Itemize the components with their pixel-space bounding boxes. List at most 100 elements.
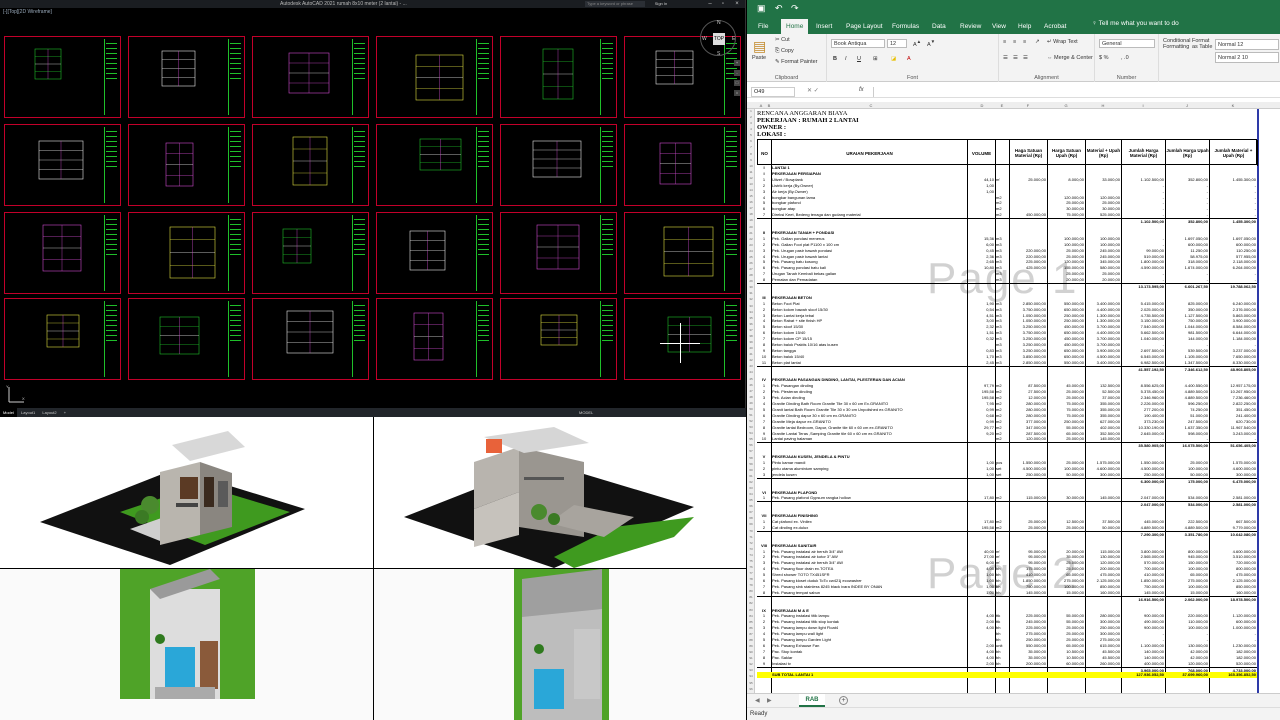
row-header[interactable]: 53: [747, 425, 755, 429]
cad-sheet[interactable]: [500, 124, 617, 206]
bold-button[interactable]: B: [833, 56, 837, 62]
cad-sheet[interactable]: [252, 212, 369, 294]
new-sheet-icon[interactable]: +: [839, 696, 848, 705]
row-header[interactable]: 94: [747, 674, 755, 678]
row-header[interactable]: 14: [747, 188, 755, 192]
italic-button[interactable]: I: [845, 56, 847, 62]
scroll-right-icon[interactable]: ▶: [767, 697, 772, 704]
row-header[interactable]: 72: [747, 541, 755, 545]
column-header[interactable]: C: [773, 102, 969, 109]
cut-button[interactable]: ✂ Cut: [775, 37, 790, 43]
viewcube-south[interactable]: S: [717, 51, 720, 57]
tab-data[interactable]: Data: [927, 19, 951, 34]
cad-sign-in[interactable]: Sign In: [650, 0, 672, 8]
fill-color-icon[interactable]: ◪: [891, 56, 896, 62]
paste-button[interactable]: Paste: [752, 55, 766, 61]
row-header[interactable]: 16: [747, 200, 755, 204]
wrap-text-button[interactable]: ↵ Wrap Text: [1047, 39, 1078, 45]
cad-sheet[interactable]: [252, 36, 369, 118]
tell-me-search[interactable]: ♀ Tell me what you want to do: [1092, 20, 1179, 27]
column-header[interactable]: G: [1047, 102, 1085, 109]
cad-sheet[interactable]: [500, 212, 617, 294]
row-header[interactable]: 28: [747, 273, 755, 277]
fx-icon[interactable]: fx: [859, 87, 864, 93]
row-header[interactable]: 62: [747, 480, 755, 484]
row-header[interactable]: 57: [747, 449, 755, 453]
tab-page-layout[interactable]: Page Layout: [841, 19, 888, 34]
viewcube-top-face[interactable]: TOP: [713, 33, 725, 45]
zoom-extents-icon[interactable]: □: [734, 80, 740, 86]
row-header[interactable]: 4: [747, 127, 755, 131]
copy-button[interactable]: ⎘ Copy: [775, 48, 794, 55]
row-header[interactable]: 43: [747, 364, 755, 368]
cad-search-box[interactable]: Type a keyword or phrase: [585, 1, 645, 7]
formula-cancel-icon[interactable]: ✕ ✓: [807, 87, 819, 94]
column-header[interactable]: I: [1121, 102, 1165, 109]
row-header[interactable]: 11: [747, 170, 755, 174]
cad-sheet[interactable]: [376, 124, 493, 206]
row-header[interactable]: 12: [747, 176, 755, 180]
decrease-font-icon[interactable]: A▼: [927, 39, 935, 48]
align-middle-icon[interactable]: ≡: [1013, 39, 1016, 45]
row-header[interactable]: 50: [747, 407, 755, 411]
row-header[interactable]: 68: [747, 516, 755, 520]
column-header[interactable]: B: [765, 102, 773, 109]
row-header[interactable]: 82: [747, 601, 755, 605]
cad-sheet[interactable]: [4, 212, 121, 294]
increase-font-icon[interactable]: A▲: [913, 39, 921, 48]
worksheet-grid[interactable]: RENCANA ANGGARAN BIAYA PEKERJAAN : RUMAH…: [755, 109, 1280, 693]
sheet-tab-rab[interactable]: RAB: [799, 694, 825, 707]
row-header[interactable]: 89: [747, 644, 755, 648]
row-header[interactable]: 29: [747, 279, 755, 283]
row-header[interactable]: 32: [747, 297, 755, 301]
cad-sheet[interactable]: [500, 36, 617, 118]
tab-review[interactable]: Review: [955, 19, 986, 34]
cad-sheet[interactable]: [624, 298, 741, 380]
row-header[interactable]: 77: [747, 571, 755, 575]
row-header[interactable]: 79: [747, 583, 755, 587]
font-color-icon[interactable]: A: [907, 56, 911, 62]
row-header[interactable]: 95: [747, 681, 755, 685]
row-header[interactable]: 23: [747, 243, 755, 247]
tab-layout2[interactable]: Layout2: [39, 408, 59, 417]
viewcube-west[interactable]: W: [702, 36, 707, 42]
row-header[interactable]: 60: [747, 468, 755, 472]
row-header[interactable]: 30: [747, 285, 755, 289]
paste-icon[interactable]: ▤: [753, 38, 766, 55]
row-header[interactable]: 87: [747, 632, 755, 636]
row-header[interactable]: 3: [747, 121, 755, 125]
grand-total-row[interactable]: SUB TOTAL LANTAI 1 127.936.052,50 37.699.9…: [757, 672, 1257, 679]
cad-drawing-sheets[interactable]: [0, 32, 746, 384]
row-header[interactable]: 48: [747, 395, 755, 399]
row-header[interactable]: 88: [747, 638, 755, 642]
row-header[interactable]: 5: [747, 133, 755, 137]
row-header[interactable]: 38: [747, 334, 755, 338]
cad-sheet[interactable]: [128, 212, 245, 294]
tab-view[interactable]: View: [987, 19, 1011, 34]
row-header[interactable]: 80: [747, 589, 755, 593]
row-header[interactable]: 9: [747, 158, 755, 162]
row-header[interactable]: 17: [747, 206, 755, 210]
row-header[interactable]: 19: [747, 218, 755, 222]
row-header[interactable]: 31: [747, 291, 755, 295]
underline-button[interactable]: U: [857, 56, 861, 62]
currency-icon[interactable]: $ %: [1099, 55, 1108, 61]
row-header[interactable]: 86: [747, 626, 755, 630]
row-header[interactable]: 96: [747, 687, 755, 691]
cad-sheet[interactable]: [128, 298, 245, 380]
cad-sheet[interactable]: [128, 124, 245, 206]
number-format-select[interactable]: General: [1099, 39, 1155, 48]
row-header[interactable]: 21: [747, 231, 755, 235]
row-header[interactable]: 36: [747, 322, 755, 326]
row-header[interactable]: 1: [747, 109, 755, 113]
align-right-icon[interactable]: ☰: [1023, 55, 1028, 61]
row-header[interactable]: 85: [747, 620, 755, 624]
row-header[interactable]: 73: [747, 547, 755, 551]
name-box[interactable]: O49: [751, 87, 795, 97]
row-header[interactable]: 93: [747, 668, 755, 672]
align-center-icon[interactable]: ☰: [1013, 55, 1018, 61]
row-header[interactable]: 22: [747, 237, 755, 241]
column-header[interactable]: H: [1085, 102, 1121, 109]
row-header[interactable]: 45: [747, 377, 755, 381]
row-header[interactable]: 66: [747, 504, 755, 508]
